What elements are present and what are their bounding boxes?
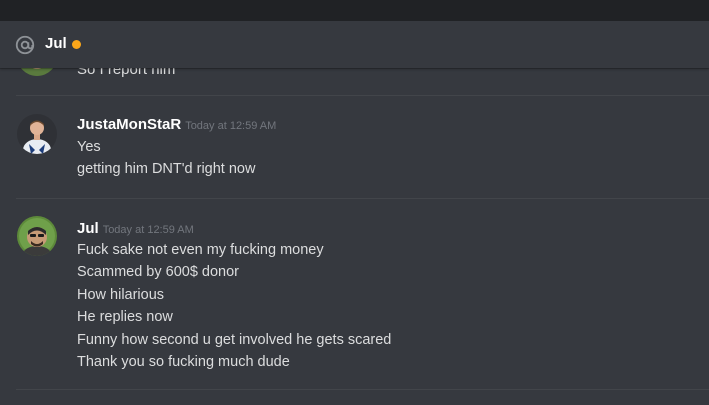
message-divider bbox=[16, 389, 709, 390]
message-body: Yes getting him DNT'd right now bbox=[77, 136, 255, 181]
status-idle-icon bbox=[72, 40, 81, 49]
message-line: Fuck sake not even my fucking money bbox=[77, 242, 324, 258]
message-divider bbox=[16, 198, 709, 199]
at-icon bbox=[15, 35, 35, 55]
message-line: Scammed by 600$ donor bbox=[77, 264, 240, 281]
username[interactable]: Jul bbox=[77, 220, 99, 237]
message-divider bbox=[16, 95, 709, 96]
message-timestamp: Today at 12:59 AM bbox=[185, 120, 277, 132]
message-body: Fuck sake not even my fucking money Scam… bbox=[77, 239, 391, 373]
avatar-justamonstar[interactable] bbox=[17, 114, 57, 154]
message-timestamp: Today at 12:59 AM bbox=[102, 224, 194, 236]
dm-recipient-name[interactable]: Jul bbox=[45, 35, 67, 53]
message-line: Yes bbox=[77, 139, 101, 155]
message-list[interactable]: So I report him JustaMonStaR Today at 12:… bbox=[0, 68, 709, 405]
username[interactable]: JustaMonStaR bbox=[77, 116, 181, 133]
message-line: Thank you so fucking much dude bbox=[77, 354, 290, 371]
message-line: getting him DNT'd right now bbox=[77, 161, 256, 178]
avatar-image bbox=[17, 114, 57, 154]
avatar-jul[interactable] bbox=[17, 216, 57, 256]
message-line: He replies now bbox=[77, 309, 173, 326]
message-group: Jul Today at 12:59 AM Fuck sake not even … bbox=[0, 216, 709, 386]
avatar[interactable] bbox=[17, 68, 57, 76]
message-line: Funny how second u get involved he gets … bbox=[77, 331, 392, 348]
message-group: JustaMonStaR Today at 12:59 AM Yes gettin… bbox=[0, 112, 709, 198]
message-author[interactable]: JustaMonStaR Today at 12:59 AM bbox=[77, 116, 276, 135]
message-line: So I report him bbox=[77, 68, 176, 78]
message-group-partial: So I report him bbox=[0, 68, 709, 95]
message-line: How hilarious bbox=[77, 286, 165, 303]
avatar-image bbox=[17, 216, 57, 256]
message-author[interactable]: Jul Today at 12:59 AM bbox=[77, 220, 194, 239]
channel-header: Jul bbox=[0, 21, 709, 68]
window-top-strip bbox=[0, 0, 709, 21]
